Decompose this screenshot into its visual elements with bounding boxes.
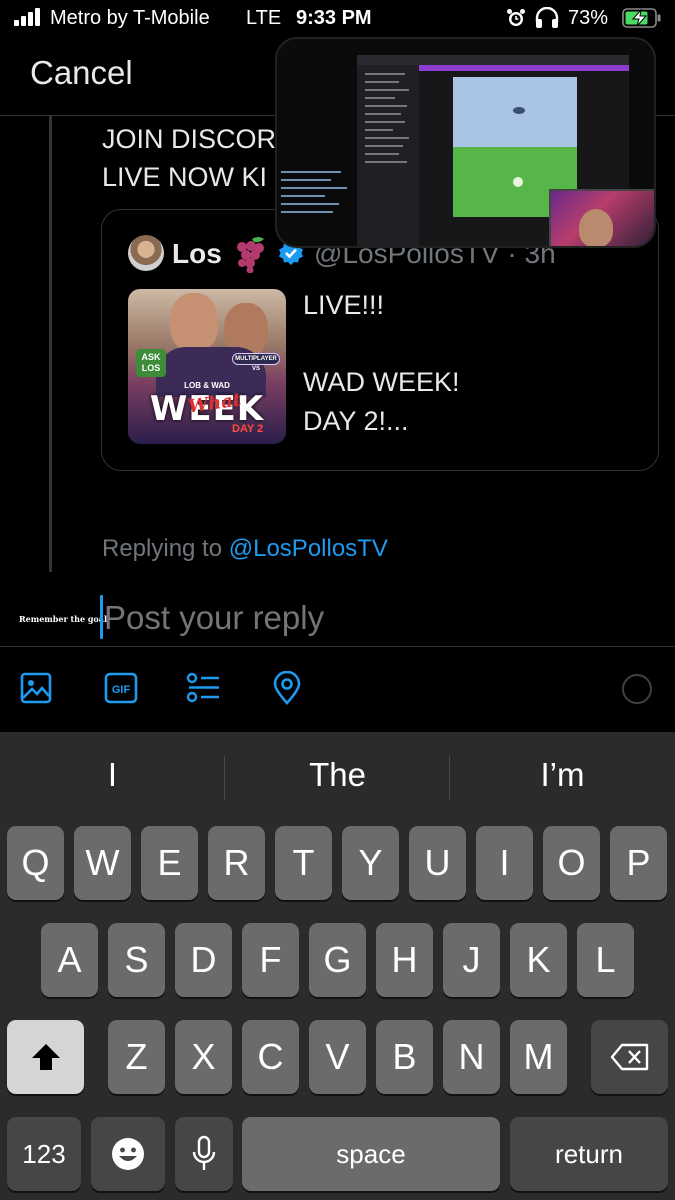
- suggestion-3[interactable]: I’m: [450, 756, 675, 794]
- suggestion-1[interactable]: I: [0, 756, 225, 794]
- image-icon[interactable]: [19, 671, 53, 705]
- key-k[interactable]: K: [510, 923, 567, 997]
- gif-icon[interactable]: GIF: [104, 671, 138, 705]
- suggestion-2[interactable]: The: [225, 756, 450, 794]
- compose-toolbar: GIF: [0, 646, 675, 732]
- network-type: LTE: [246, 7, 282, 29]
- space-key[interactable]: space: [242, 1117, 500, 1191]
- key-o[interactable]: O: [543, 826, 600, 900]
- picture-in-picture-video[interactable]: [275, 37, 656, 248]
- shift-icon: [31, 1044, 60, 1070]
- battery-percent: 73%: [568, 7, 609, 29]
- key-x[interactable]: X: [175, 1020, 232, 1094]
- key-h[interactable]: H: [376, 923, 433, 997]
- shift-key[interactable]: [7, 1020, 84, 1094]
- location-icon[interactable]: [270, 671, 304, 705]
- key-v[interactable]: V: [309, 1020, 366, 1094]
- cancel-button[interactable]: Cancel: [30, 54, 133, 92]
- character-count-circle: [622, 674, 652, 704]
- quoted-media-thumbnail[interactable]: ASK LOS MULTIPLAYER VS LOB & WAD WEEK Wh…: [128, 289, 286, 444]
- grapes-icon: [237, 237, 264, 273]
- key-t[interactable]: T: [275, 826, 332, 900]
- thumbnail-ask-label: ASK LOS: [136, 349, 166, 377]
- key-e[interactable]: E: [141, 826, 198, 900]
- key-s[interactable]: S: [108, 923, 165, 997]
- gif-label: GIF: [112, 684, 131, 696]
- thumbnail-day-label: DAY 2: [232, 423, 264, 435]
- avatar: [128, 235, 164, 271]
- key-q[interactable]: Q: [7, 826, 64, 900]
- original-post-text: JOIN DISCOR LIVE NOW KI: [102, 124, 277, 192]
- replying-prefix: Replying to: [102, 535, 229, 562]
- key-u[interactable]: U: [409, 826, 466, 900]
- dictation-key[interactable]: [175, 1117, 233, 1191]
- numbers-key[interactable]: 123: [7, 1117, 81, 1191]
- key-d[interactable]: D: [175, 923, 232, 997]
- video-chat-area: [277, 165, 357, 235]
- key-g[interactable]: G: [309, 923, 366, 997]
- quoted-post-card[interactable]: Los @LosPollosTV · 3h ASK LOS MULTIPLAYE…: [101, 209, 659, 471]
- emoji-key[interactable]: [91, 1117, 165, 1191]
- key-m[interactable]: M: [510, 1020, 567, 1094]
- key-z[interactable]: Z: [108, 1020, 165, 1094]
- thread-line: [49, 116, 52, 572]
- thumbnail-badge: MULTIPLAYER VS: [232, 353, 280, 372]
- reply-input[interactable]: [104, 598, 644, 638]
- carrier-name: Metro by T-Mobile: [50, 7, 210, 29]
- battery-charging-icon: [622, 8, 661, 28]
- return-key[interactable]: return: [510, 1117, 668, 1191]
- key-n[interactable]: N: [443, 1020, 500, 1094]
- key-y[interactable]: Y: [342, 826, 399, 900]
- key-j[interactable]: J: [443, 923, 500, 997]
- key-c[interactable]: C: [242, 1020, 299, 1094]
- delete-key[interactable]: [591, 1020, 668, 1094]
- key-f[interactable]: F: [242, 923, 299, 997]
- emoji-icon: [112, 1138, 144, 1170]
- replying-handle-link[interactable]: @LosPollosTV: [229, 535, 388, 562]
- keyboard: I The I’m Q W E R T Y U I O P A S D F G …: [0, 732, 675, 1200]
- poll-icon[interactable]: [186, 671, 220, 705]
- alarm-icon: [507, 9, 525, 26]
- signal-icon: [14, 8, 44, 26]
- status-bar: Metro by T-Mobile LTE 9:33 PM 73%: [0, 0, 675, 40]
- thumbnail-person: [170, 293, 218, 351]
- key-l[interactable]: L: [577, 923, 634, 997]
- backspace-icon: [610, 1043, 648, 1071]
- key-a[interactable]: A: [41, 923, 98, 997]
- key-i[interactable]: I: [476, 826, 533, 900]
- text-cursor: [100, 595, 103, 639]
- key-p[interactable]: P: [610, 826, 667, 900]
- key-r[interactable]: R: [208, 826, 265, 900]
- key-w[interactable]: W: [74, 826, 131, 900]
- key-b[interactable]: B: [376, 1020, 433, 1094]
- quoted-author-name: Los: [172, 238, 222, 269]
- headphones-icon: [535, 7, 559, 28]
- profile-avatar-tag: Remember the goal.: [19, 614, 110, 624]
- replying-to-label: Replying to @LosPollosTV: [102, 535, 388, 563]
- microphone-icon: [192, 1135, 216, 1170]
- status-time: 9:33 PM: [296, 7, 372, 29]
- quoted-post-text: LIVE!!! WAD WEEK! DAY 2!...: [303, 290, 460, 436]
- video-webcam-inset: [549, 189, 654, 246]
